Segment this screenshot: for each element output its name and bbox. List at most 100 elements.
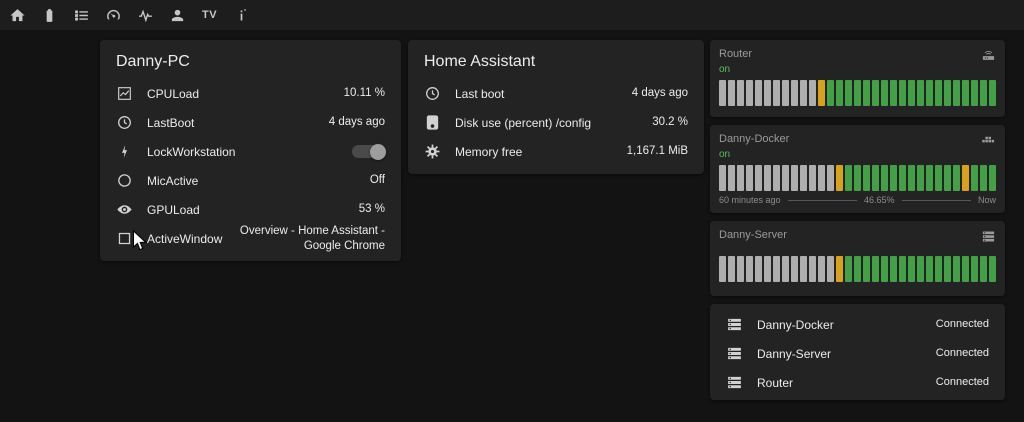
history-bar-on	[944, 256, 951, 282]
server-icon	[981, 229, 996, 244]
entity-label: LastBoot	[147, 115, 195, 130]
tv-tab[interactable]: TV	[198, 4, 221, 27]
history-bar-on	[908, 165, 915, 191]
entity-value: 1,167.1 MiB	[626, 145, 688, 158]
history-bar-off	[773, 165, 780, 191]
history-bars	[719, 165, 996, 191]
entity-rows: CPULoad 10.11 % LastBoot 4 days ago LockWork…	[100, 79, 401, 253]
history-bar-off	[809, 80, 816, 106]
history-bar-off	[719, 80, 726, 106]
footer-start-label: 60 minutes ago	[719, 195, 781, 205]
history-bar-on	[989, 256, 996, 282]
entity-value: 30.2 %	[652, 116, 688, 129]
history-bar-on	[863, 80, 870, 106]
entity-label: Memory free	[455, 144, 523, 159]
graph-title: Danny-Server	[719, 229, 787, 241]
graph-state: on	[719, 149, 731, 160]
history-bar-off	[818, 165, 825, 191]
list-icon[interactable]	[70, 4, 93, 27]
history-bar-on	[908, 80, 915, 106]
entity-label: GPULoad	[147, 202, 200, 217]
history-bar-on	[863, 165, 870, 191]
entity-label: ActiveWindow	[147, 231, 223, 246]
entity-value: Overview - Home Assistant - Google Chrom…	[239, 225, 385, 252]
entity-row-lastboot[interactable]: LastBoot 4 days ago	[100, 108, 401, 137]
entity-label: CPULoad	[147, 86, 200, 101]
history-bar-on	[971, 165, 978, 191]
entity-value: 4 days ago	[631, 87, 688, 100]
history-bar-on	[962, 80, 969, 106]
entity-row-activewindow[interactable]: ActiveWindow Overview - Home Assistant - …	[100, 224, 401, 253]
history-bar-on	[962, 256, 969, 282]
card-title: Danny-PC	[116, 53, 190, 70]
entity-value: 4 days ago	[328, 116, 385, 129]
history-bar-off	[827, 256, 834, 282]
history-bar-off	[728, 80, 735, 106]
entity-value: Off	[369, 174, 385, 187]
entity-row-danny-server[interactable]: Danny-Server Connected	[710, 339, 1005, 368]
entity-row-cpuload[interactable]: CPULoad 10.11 %	[100, 79, 401, 108]
history-bar-on	[845, 80, 852, 106]
clock-icon	[424, 85, 444, 102]
server-icon	[726, 345, 746, 362]
entity-label: Danny-Server	[757, 346, 832, 361]
lockworkstation-toggle[interactable]	[352, 143, 386, 160]
dashboard-screen: TV Danny-PC CPULoad 10.11 % LastBoot 4 days…	[0, 0, 1024, 422]
server-icon	[726, 374, 746, 391]
history-bar-off	[746, 256, 753, 282]
graph-card-danny-server[interactable]: Danny-Server	[710, 221, 1005, 296]
history-bar-off	[755, 165, 762, 191]
entity-label: Danny-Docker	[757, 317, 834, 332]
history-bar-on	[980, 165, 987, 191]
home-icon[interactable]	[6, 4, 29, 27]
entity-row-router[interactable]: Router Connected	[710, 368, 1005, 397]
battery-icon[interactable]	[38, 4, 61, 27]
card-title: Home Assistant	[424, 53, 536, 70]
history-bar-on	[845, 256, 852, 282]
card-connections: Danny-Docker Connected Danny-Server Connect…	[710, 304, 1005, 400]
entity-row-memory-free[interactable]: Memory free 1,167.1 MiB	[408, 137, 704, 166]
gauge-icon[interactable]	[102, 4, 125, 27]
history-bar-on	[980, 80, 987, 106]
history-bar-off	[728, 256, 735, 282]
history-bar-on	[890, 165, 897, 191]
account-icon[interactable]	[166, 4, 189, 27]
history-bar-off	[773, 256, 780, 282]
entity-rows: Last boot 4 days ago Disk use (percent) /c…	[408, 79, 704, 166]
pulse-icon[interactable]	[134, 4, 157, 27]
entity-row-disk-use-percent-config[interactable]: Disk use (percent) /config 30.2 %	[408, 108, 704, 137]
entity-row-micactive[interactable]: MicActive Off	[100, 166, 401, 195]
toggle-knob	[370, 143, 386, 160]
history-bar-warn	[836, 165, 843, 191]
clock-icon	[116, 114, 136, 131]
entity-row-gpuload[interactable]: GPULoad 53 %	[100, 195, 401, 224]
history-bar-on	[854, 256, 861, 282]
history-bar-off	[773, 80, 780, 106]
graph-card-danny-docker[interactable]: Danny-Docker on 60 minutes ago 46.65% No…	[710, 125, 1005, 213]
history-bar-on	[980, 256, 987, 282]
history-bar-on	[890, 256, 897, 282]
entity-row-lockworkstation[interactable]: LockWorkstation	[100, 137, 401, 166]
history-bar-on	[854, 165, 861, 191]
history-bar-off	[764, 256, 771, 282]
entity-label: Disk use (percent) /config	[455, 115, 592, 130]
history-bar-off	[755, 256, 762, 282]
history-bar-on	[926, 80, 933, 106]
entity-value: 53 %	[358, 203, 385, 216]
entity-label: Last boot	[455, 86, 505, 101]
entity-row-danny-docker[interactable]: Danny-Docker Connected	[710, 310, 1005, 339]
history-bar-warn	[836, 256, 843, 282]
history-bar-on	[836, 80, 843, 106]
circle-icon	[116, 172, 136, 189]
graph-header: Danny-Docker	[719, 133, 996, 148]
history-bar-off	[782, 80, 789, 106]
graph-card-router[interactable]: Router on	[710, 40, 1005, 117]
flash-icon	[116, 143, 136, 160]
history-bar-off	[728, 165, 735, 191]
chart-line-icon	[116, 85, 136, 102]
history-bar-on	[935, 80, 942, 106]
history-bar-on	[926, 165, 933, 191]
entity-row-last-boot[interactable]: Last boot 4 days ago	[408, 79, 704, 108]
info-icon[interactable]	[230, 4, 253, 27]
history-bars	[719, 256, 996, 282]
